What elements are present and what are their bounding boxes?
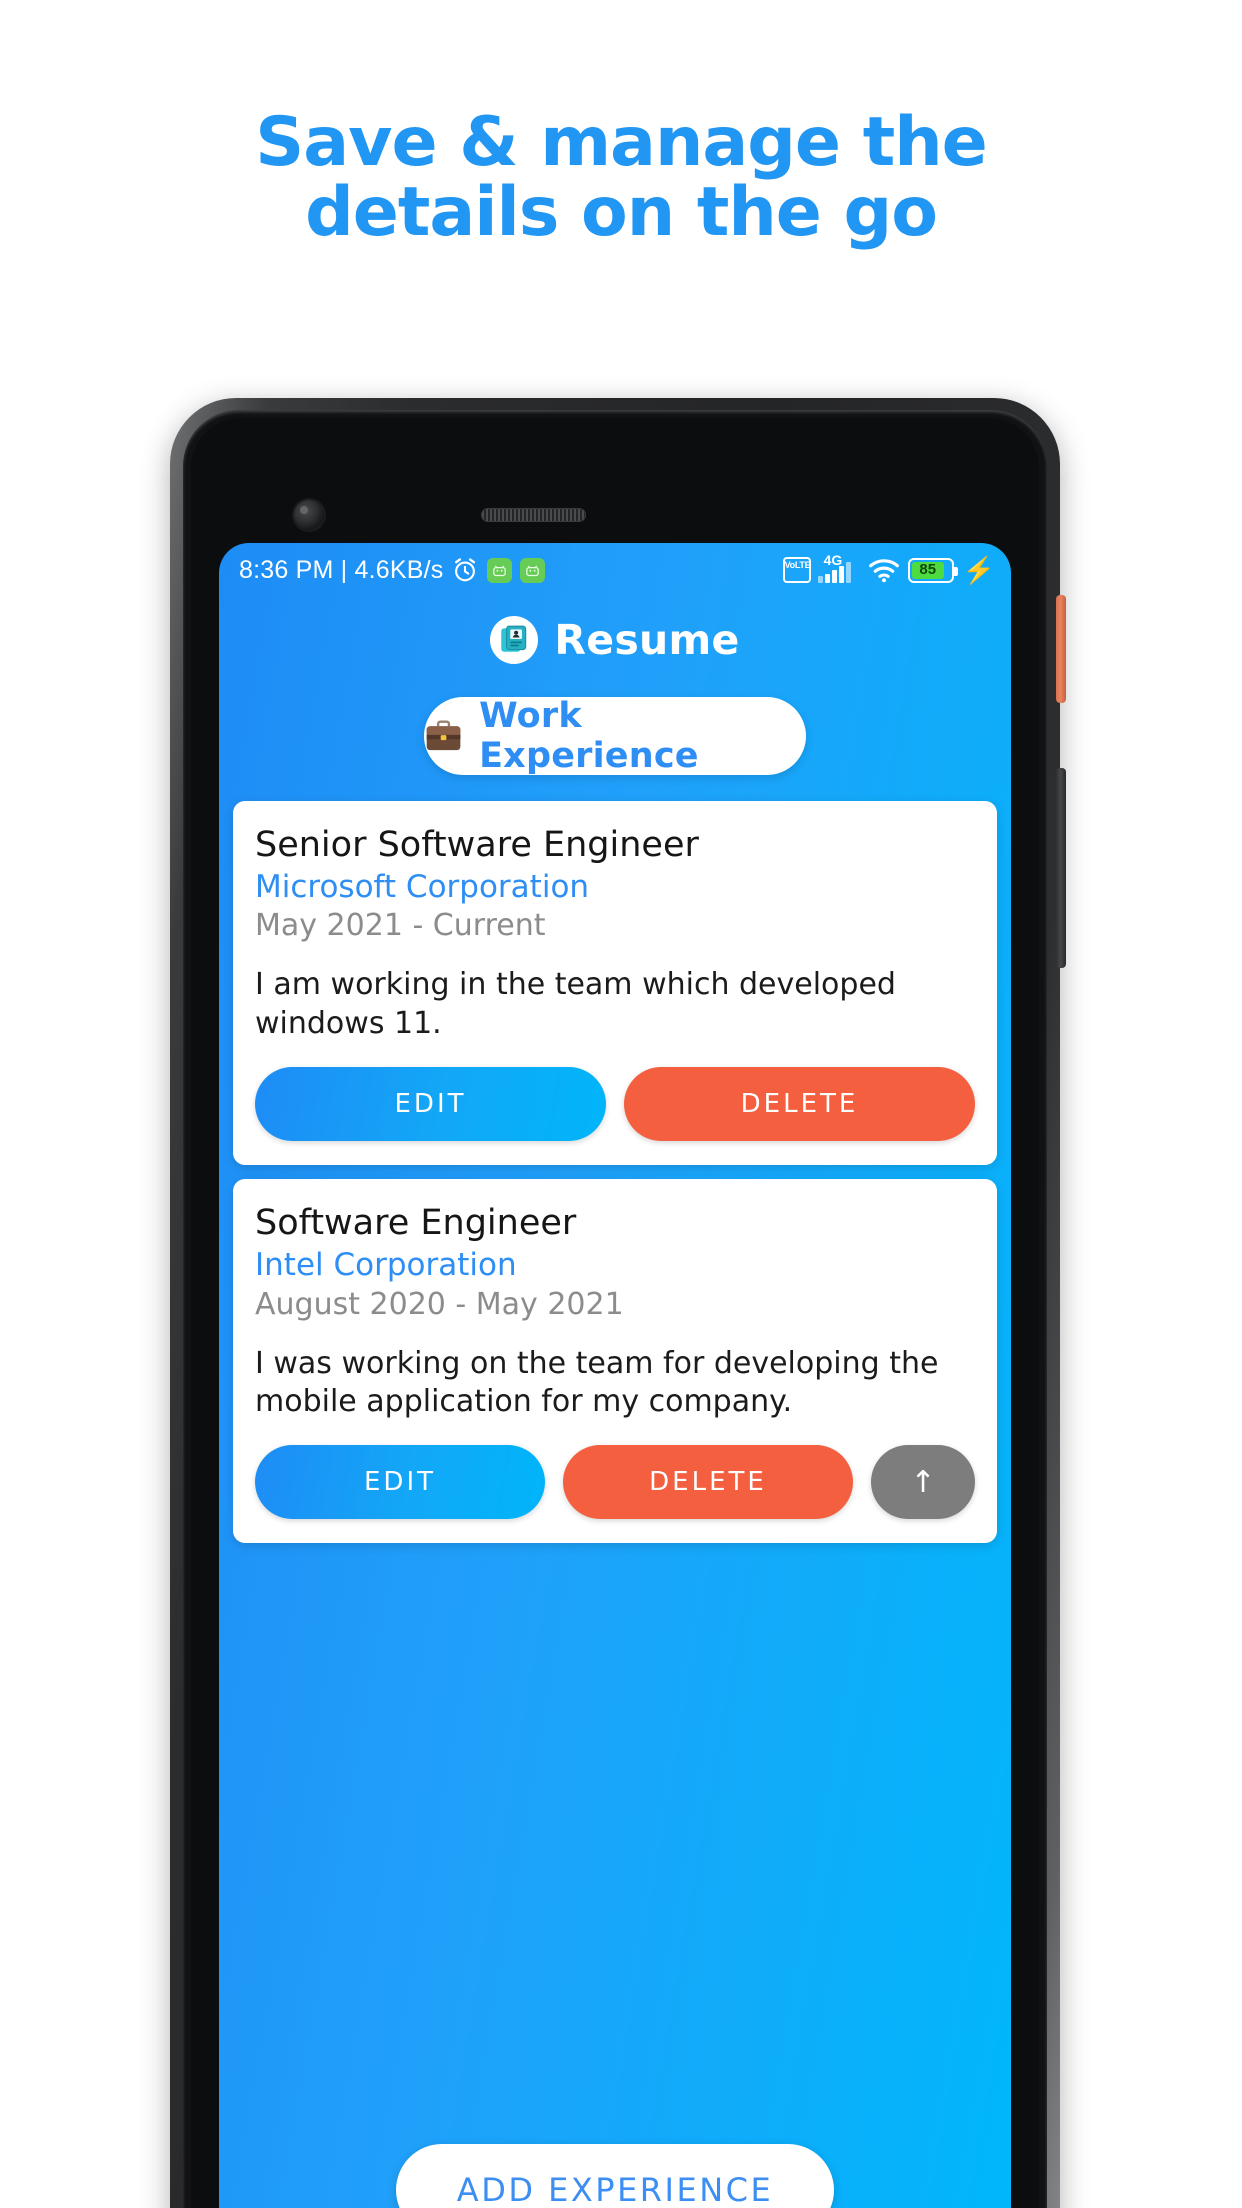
- volume-rocker-button[interactable]: [1056, 768, 1066, 968]
- experience-description: I was working on the team for developing…: [255, 1345, 939, 1420]
- section-tab-work-experience[interactable]: Work Experience: [424, 696, 806, 776]
- android-notification-icon: [520, 557, 546, 583]
- experience-card-actions: EDIT DELETE: [255, 1067, 975, 1142]
- resume-document-icon: [490, 616, 539, 664]
- app-title: Resume: [554, 616, 740, 664]
- delete-button[interactable]: DELETE: [624, 1067, 975, 1142]
- status-bar-left: 8:36 PM | 4.6KB/s: [239, 555, 546, 585]
- experience-dates: August 2020 - May 2021: [255, 1286, 624, 1322]
- cellular-signal-icon: 4G: [817, 552, 860, 585]
- page-title: Save & manage the details on the go: [0, 103, 1242, 253]
- delete-button[interactable]: DELETE: [563, 1445, 853, 1520]
- android-notification-icon: [487, 557, 513, 583]
- experience-card-list: Senior Software Engineer Microsoft Corpo…: [219, 775, 1011, 1544]
- android-glyph-icon: [526, 565, 540, 576]
- battery-icon: 85: [907, 557, 958, 583]
- experience-description: I am working in the team which developed…: [255, 967, 896, 1041]
- volte-icon: VoLTE: [782, 557, 811, 583]
- move-up-button[interactable]: ↑: [871, 1445, 975, 1520]
- experience-dates: May 2021 - Current: [255, 908, 546, 944]
- phone-bezel: 8:36 PM | 4.6KB/s VoLTE 4G 85 ⚡ Resume W…: [191, 418, 1039, 2208]
- signal-bars: [817, 562, 851, 583]
- battery-percent-label: 85: [911, 561, 944, 579]
- app-bar: Resume: [219, 597, 1011, 683]
- power-button[interactable]: [1056, 595, 1066, 703]
- alarm-clock-icon: [455, 558, 476, 582]
- status-bar-right: VoLTE 4G 85 ⚡: [782, 552, 995, 585]
- status-bar-time: 8:36 PM | 4.6KB/s: [239, 555, 444, 584]
- page-root: Save & manage the details on the go 8:36…: [0, 0, 1242, 2208]
- experience-card: Software Engineer Intel Corporation Augu…: [233, 1179, 997, 1544]
- wifi-icon: [868, 559, 899, 583]
- experience-title: Senior Software Engineer: [255, 825, 699, 865]
- android-glyph-icon: [493, 565, 507, 576]
- front-camera-icon: [294, 500, 324, 530]
- section-tab-label: Work Experience: [479, 696, 699, 776]
- phone-device-frame: 8:36 PM | 4.6KB/s VoLTE 4G 85 ⚡ Resume W…: [170, 398, 1066, 2208]
- headline-line-2: details on the go: [305, 173, 938, 253]
- charging-bolt-icon: ⚡: [962, 555, 995, 585]
- edit-button[interactable]: EDIT: [255, 1445, 545, 1520]
- bottom-action-bar: ADD EXPERIENCE: [219, 2144, 1011, 2208]
- status-bar: 8:36 PM | 4.6KB/s VoLTE 4G 85 ⚡: [219, 543, 1011, 597]
- edit-button[interactable]: EDIT: [255, 1067, 606, 1142]
- phone-screen: 8:36 PM | 4.6KB/s VoLTE 4G 85 ⚡ Resume W…: [219, 543, 1011, 2208]
- experience-title: Software Engineer: [255, 1203, 577, 1244]
- earpiece-speaker-icon: [481, 508, 586, 522]
- add-experience-button[interactable]: ADD EXPERIENCE: [396, 2144, 834, 2208]
- experience-card-actions: EDIT DELETE ↑: [255, 1445, 975, 1520]
- experience-company: Microsoft Corporation: [255, 869, 590, 906]
- experience-company: Intel Corporation: [255, 1247, 517, 1284]
- resume-glyph-icon: [501, 625, 527, 652]
- phone-inner-frame: 8:36 PM | 4.6KB/s VoLTE 4G 85 ⚡ Resume W…: [183, 410, 1047, 2208]
- experience-card: Senior Software Engineer Microsoft Corpo…: [233, 801, 997, 1166]
- briefcase-icon: [426, 720, 461, 751]
- headline-line-1: Save & manage the: [255, 103, 988, 182]
